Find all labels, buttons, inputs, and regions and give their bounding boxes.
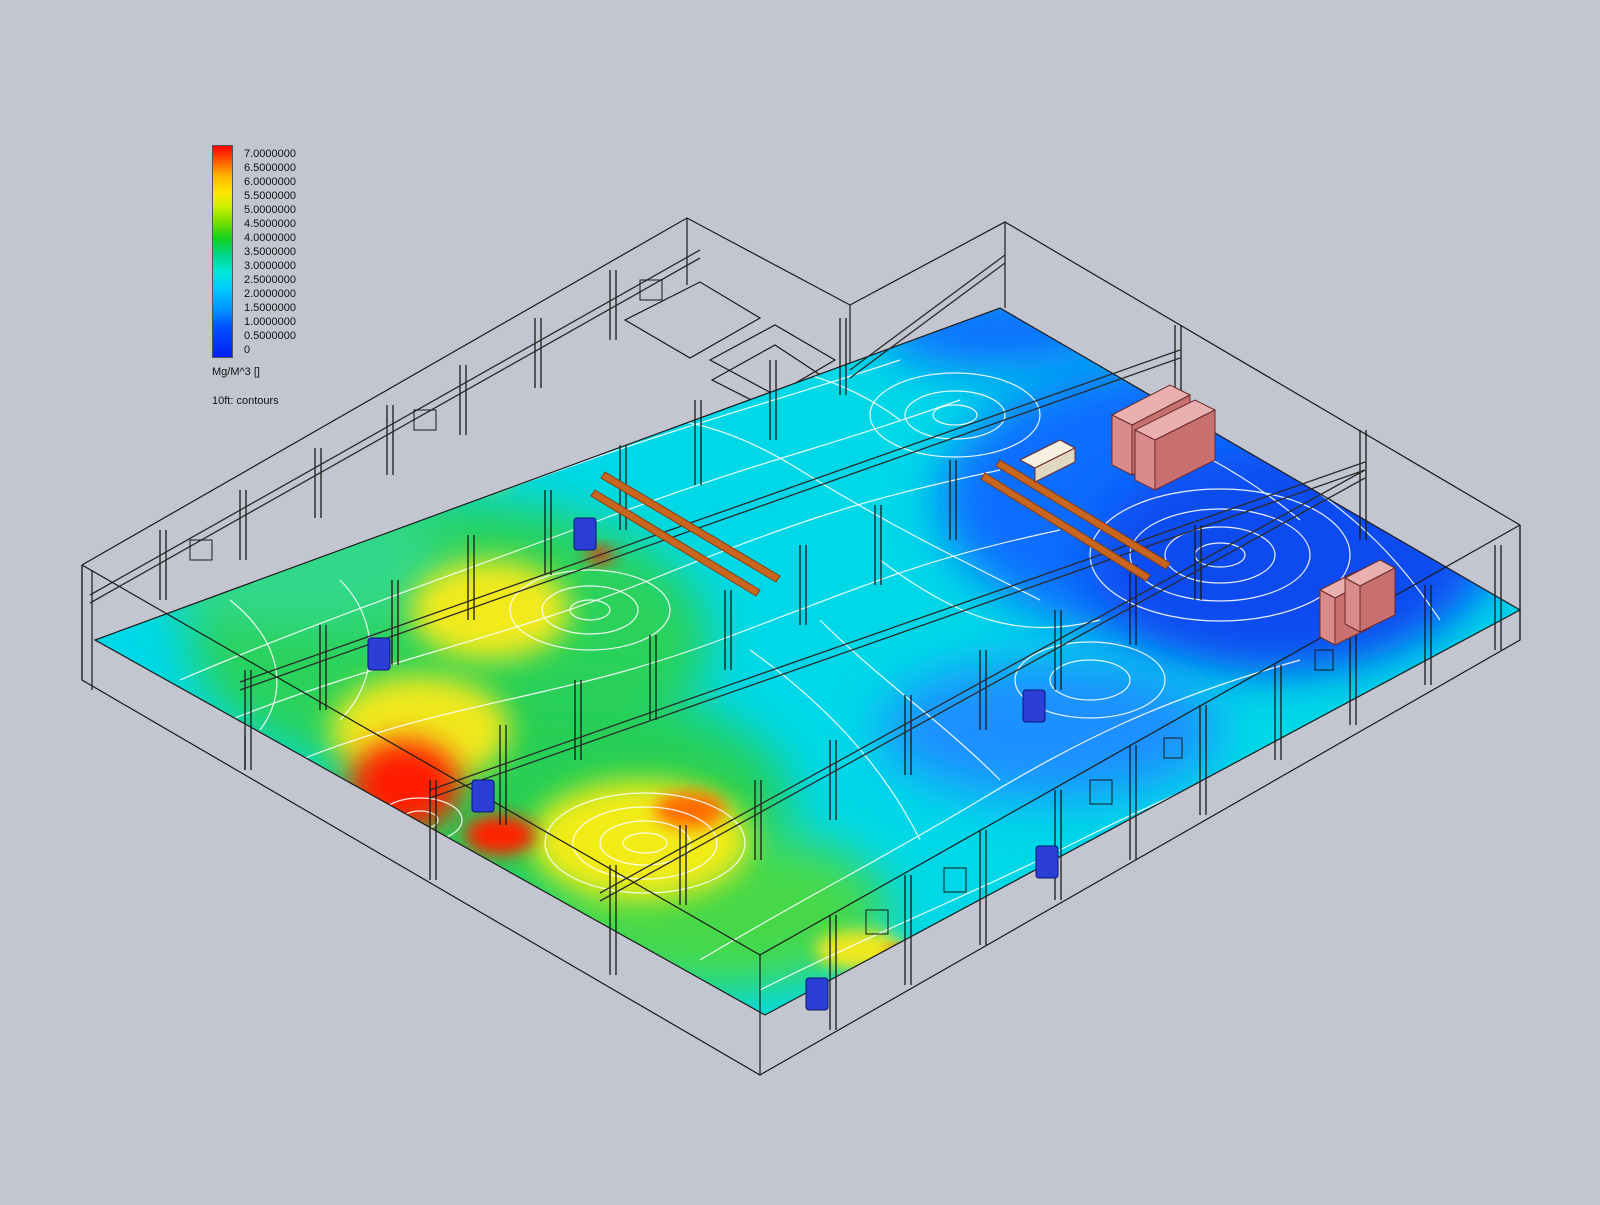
- cfd-viewport[interactable]: [0, 0, 1600, 1200]
- heater-3: [471, 779, 495, 813]
- heater-6: [805, 977, 829, 1011]
- cfd-scene: [81, 217, 1522, 1076]
- heater-5: [1035, 845, 1059, 879]
- heater-1: [573, 517, 597, 551]
- heater-4: [1022, 689, 1046, 723]
- contour-floor: [95, 308, 1520, 1015]
- heater-2: [367, 637, 391, 671]
